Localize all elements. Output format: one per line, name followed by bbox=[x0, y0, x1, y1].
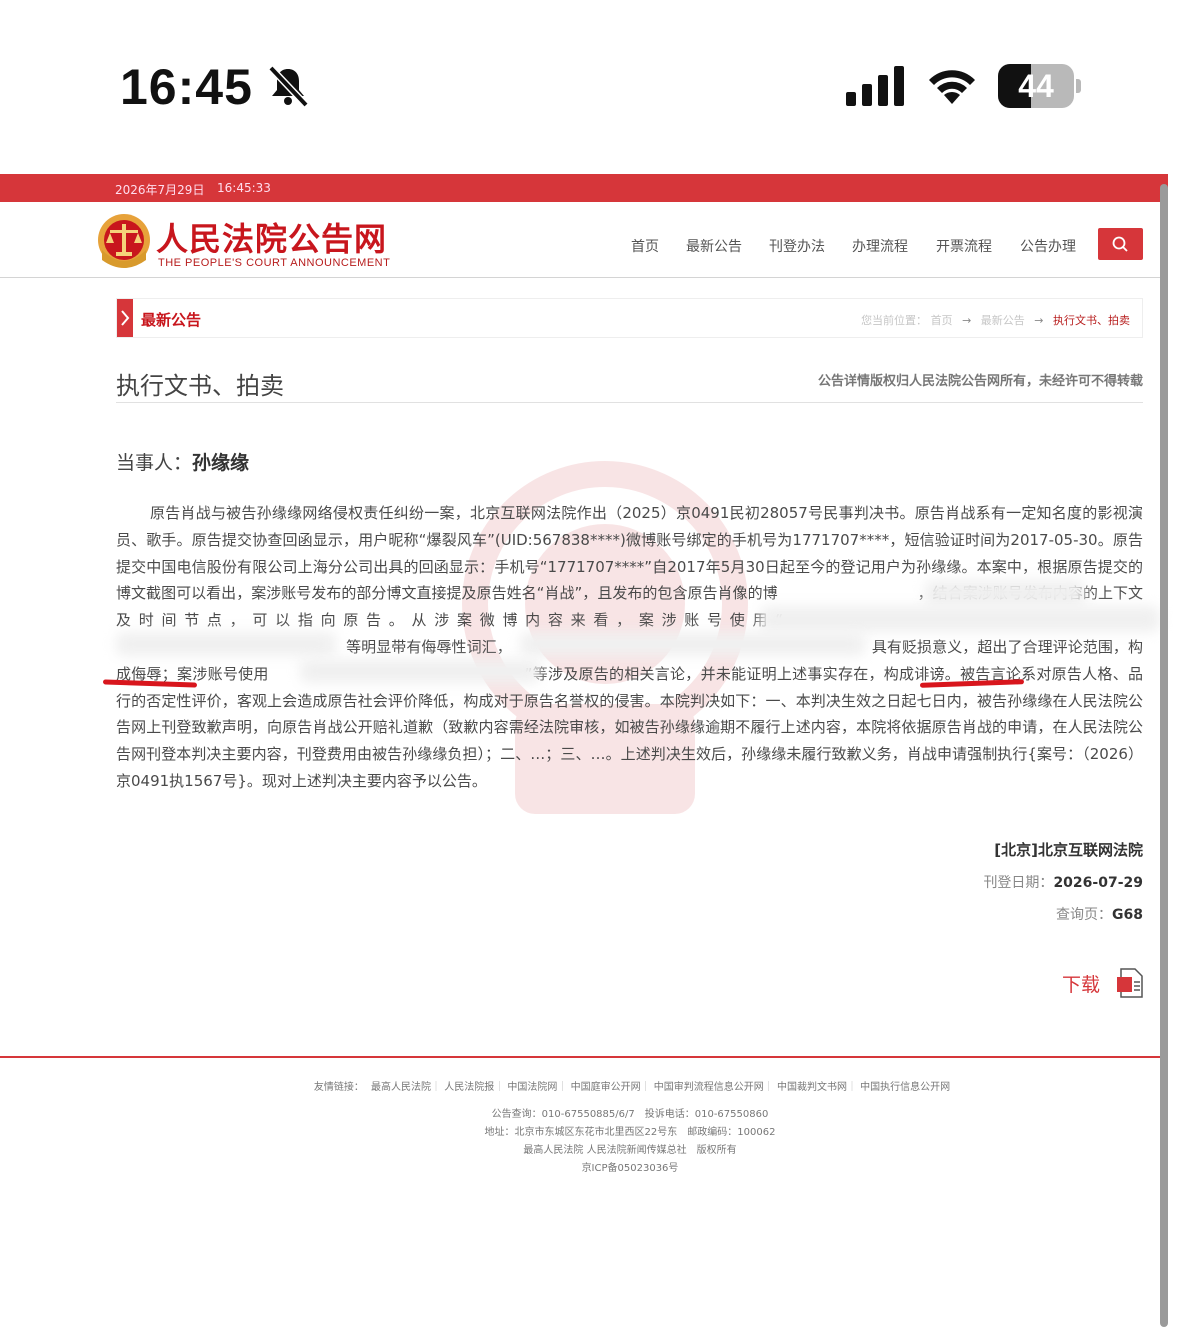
phone-status-bar: 16:45 44 bbox=[0, 0, 1179, 160]
top-date-bar: 2026年7月29日 16:45:33 bbox=[0, 174, 1168, 202]
section-breadcrumb-bar: 最新公告 您当前位置： 首页 → 最新公告 → 执行文书、拍卖 bbox=[116, 298, 1143, 338]
top-date: 2026年7月29日 bbox=[115, 183, 205, 197]
redacted-region bbox=[520, 632, 865, 656]
section-title: 最新公告 bbox=[141, 311, 202, 329]
link-execution-info[interactable]: 中国执行信息公开网 bbox=[860, 1082, 950, 1093]
party-line: 当事人：孙缘缘 bbox=[116, 448, 249, 475]
redacted-region bbox=[116, 632, 336, 656]
nav-latest[interactable]: 最新公告 bbox=[686, 236, 742, 256]
site-logo-text[interactable]: 人民法院公告网 bbox=[156, 214, 387, 260]
redacted-region bbox=[760, 606, 1160, 632]
battery-icon: 44 bbox=[998, 64, 1082, 108]
publish-date: 刊登日期：2026-07-29 bbox=[983, 875, 1143, 891]
link-trial-public[interactable]: 中国庭审公开网 bbox=[571, 1082, 641, 1093]
footer-icp: 京ICP备05023036号 bbox=[581, 1163, 679, 1174]
document-download-icon[interactable] bbox=[1116, 968, 1144, 998]
breadcrumb-home[interactable]: 首页 bbox=[931, 314, 953, 327]
page-scrollbar[interactable] bbox=[1160, 184, 1168, 1327]
copyright-notice: 公告详情版权归人民法院公告网所有，未经许可不得转载 bbox=[817, 374, 1143, 389]
footer-contact: 公告查询：010-67550885/6/7 投诉电话：010-67550860 bbox=[491, 1109, 769, 1120]
search-button[interactable] bbox=[1098, 228, 1143, 260]
cellular-signal-icon bbox=[846, 66, 904, 106]
breadcrumb: 您当前位置： 首页 → 最新公告 → 执行文书、拍卖 bbox=[861, 312, 1130, 328]
link-china-court[interactable]: 中国法院网 bbox=[507, 1082, 557, 1093]
query-page: 查询页：G68 bbox=[1056, 907, 1143, 923]
download-link[interactable]: 下载 bbox=[1062, 970, 1100, 997]
nav-home[interactable]: 首页 bbox=[631, 236, 659, 256]
breadcrumb-prefix: 您当前位置： bbox=[861, 314, 928, 327]
nav-invoice[interactable]: 开票流程 bbox=[936, 236, 992, 256]
breadcrumb-latest[interactable]: 最新公告 bbox=[981, 314, 1025, 327]
party-name: 孙缘缘 bbox=[192, 452, 250, 474]
nav-apply[interactable]: 公告办理 bbox=[1020, 236, 1076, 256]
clock: 16:45 bbox=[120, 59, 253, 115]
chevron-right-icon bbox=[121, 310, 130, 326]
friendly-links: 友情链接： 最高人民法院｜ 人民法院报｜ 中国法院网｜ 中国庭审公开网｜ 中国审… bbox=[0, 1078, 1179, 1093]
bell-muted-icon bbox=[268, 65, 309, 108]
redacted-region bbox=[925, 580, 1085, 606]
footer-rights: 最高人民法院 人民法院新闻传媒总社 版权所有 bbox=[523, 1145, 737, 1156]
party-label: 当事人： bbox=[116, 452, 193, 474]
court-announcement-page: 2026年7月29日 16:45:33 人民法院公告网 THE PEOPLE'S… bbox=[0, 174, 1168, 1327]
title-divider bbox=[116, 402, 1143, 403]
footer-divider bbox=[0, 1056, 1168, 1058]
links-label: 友情链接： bbox=[313, 1082, 364, 1093]
section-marker bbox=[117, 299, 133, 337]
link-process-info[interactable]: 中国审判流程信息公开网 bbox=[654, 1082, 764, 1093]
wifi-icon bbox=[929, 70, 975, 104]
link-supreme-court[interactable]: 最高人民法院 bbox=[371, 1082, 431, 1093]
search-icon bbox=[1112, 236, 1128, 252]
defamation-phrase: 构成诽谤。 bbox=[883, 664, 961, 683]
breadcrumb-current: 执行文书、拍卖 bbox=[1053, 314, 1130, 327]
issuing-court: [北京]北京互联网法院 bbox=[994, 841, 1143, 859]
doc-title: 执行文书、拍卖 bbox=[116, 372, 284, 400]
site-header: 人民法院公告网 THE PEOPLE'S COURT ANNOUNCEMENT … bbox=[0, 202, 1168, 278]
redacted-region bbox=[300, 659, 540, 683]
breadcrumb-arrow: → bbox=[962, 314, 972, 327]
footer-address: 地址：北京市东城区东花市北里西区22号东 邮政编码：100062 bbox=[484, 1127, 776, 1138]
breadcrumb-arrow: → bbox=[1034, 314, 1044, 327]
nav-process[interactable]: 办理流程 bbox=[852, 236, 908, 256]
nav-publish-method[interactable]: 刊登办法 bbox=[769, 236, 825, 256]
top-time: 16:45:33 bbox=[217, 181, 271, 195]
link-court-news[interactable]: 人民法院报 bbox=[444, 1082, 494, 1093]
link-judgment-docs[interactable]: 中国裁判文书网 bbox=[777, 1082, 847, 1093]
court-emblem-icon[interactable] bbox=[96, 210, 152, 270]
site-logo-subtitle: THE PEOPLE'S COURT ANNOUNCEMENT bbox=[158, 257, 391, 269]
